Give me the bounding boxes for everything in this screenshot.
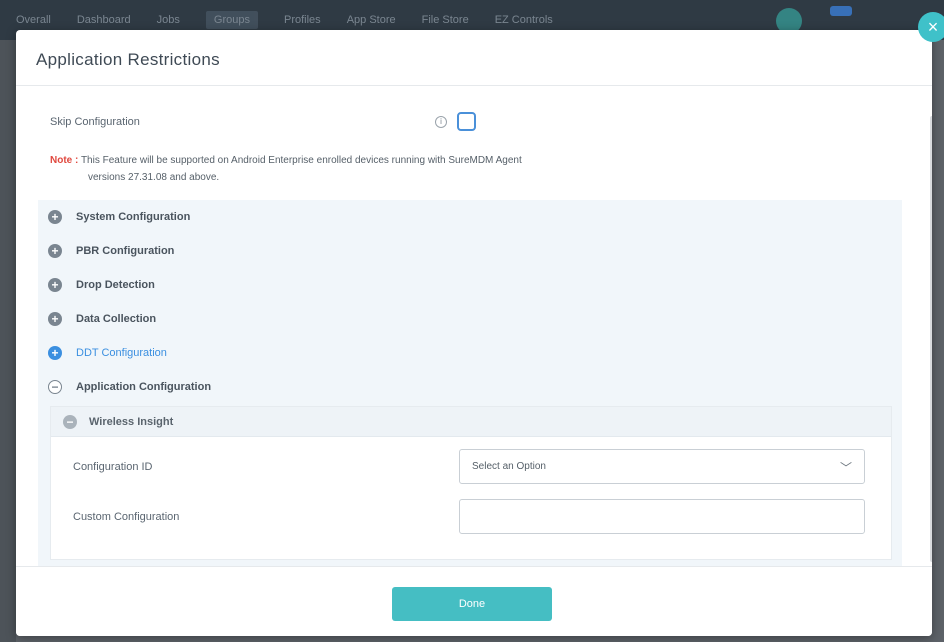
nav-item-groups[interactable]: Groups xyxy=(205,11,258,29)
configuration-id-label: Configuration ID xyxy=(73,461,153,473)
chevron-down-icon: ﹀ xyxy=(839,461,852,475)
modal-body: Skip Configuration i Note : This Feature… xyxy=(16,86,932,566)
expand-icon: + xyxy=(48,346,62,360)
application-restrictions-modal: Application Restrictions Skip Configurat… xyxy=(16,30,932,636)
new-badge xyxy=(830,6,852,16)
modal-header: Application Restrictions xyxy=(16,30,932,86)
expand-icon: + xyxy=(48,312,62,326)
section-label: DDT Configuration xyxy=(76,347,167,359)
section-label: System Configuration xyxy=(76,211,191,223)
done-button[interactable]: Done xyxy=(392,587,552,621)
custom-configuration-input[interactable] xyxy=(459,499,865,534)
section-application-configuration[interactable]: − Application Configuration xyxy=(38,370,902,404)
section-label: Application Configuration xyxy=(76,381,212,393)
expand-icon: + xyxy=(48,278,62,292)
custom-configuration-label: Custom Configuration xyxy=(73,511,180,523)
background-sidebar xyxy=(0,40,16,642)
section-drop-detection[interactable]: + Drop Detection xyxy=(38,268,902,302)
wireless-insight-panel: − Wireless Insight Configuration ID Sele… xyxy=(50,406,892,560)
nav-item-overall[interactable]: Overall xyxy=(16,14,51,26)
nav-item-jobs[interactable]: Jobs xyxy=(157,14,180,26)
configuration-id-select[interactable]: Select an Option ﹀ xyxy=(459,449,865,484)
section-label: Drop Detection xyxy=(76,279,155,291)
nav-item-file-store[interactable]: File Store xyxy=(422,14,469,26)
note-line-2: versions 27.31.08 and above. xyxy=(88,172,220,183)
modal-title: Application Restrictions xyxy=(36,50,220,69)
nav-item-profiles[interactable]: Profiles xyxy=(284,14,321,26)
note-text: Note : This Feature will be supported on… xyxy=(50,152,860,186)
skip-configuration-label: Skip Configuration xyxy=(50,116,140,128)
note-line-1: This Feature will be supported on Androi… xyxy=(80,155,522,166)
scrollbar[interactable] xyxy=(930,116,932,562)
custom-configuration-row: Custom Configuration xyxy=(73,499,893,535)
skip-configuration-row: Skip Configuration i xyxy=(50,112,920,136)
wireless-insight-header[interactable]: − Wireless Insight xyxy=(51,407,891,437)
configuration-id-value: Select an Option xyxy=(472,461,546,472)
info-icon[interactable]: i xyxy=(435,116,447,128)
configuration-id-row: Configuration ID Select an Option ﹀ xyxy=(73,449,893,485)
section-label: PBR Configuration xyxy=(76,245,175,257)
nav-item-dashboard[interactable]: Dashboard xyxy=(77,14,131,26)
skip-configuration-checkbox[interactable] xyxy=(457,112,476,131)
nav-item-app-store[interactable]: App Store xyxy=(347,14,396,26)
section-label: Data Collection xyxy=(76,313,157,325)
collapse-icon: − xyxy=(63,414,77,429)
close-icon[interactable]: × xyxy=(918,12,944,42)
note-label: Note : xyxy=(50,155,79,166)
modal-footer: Done xyxy=(16,566,932,636)
collapse-icon: − xyxy=(48,380,62,394)
expand-icon: + xyxy=(48,210,62,224)
section-system-configuration[interactable]: + System Configuration xyxy=(38,200,902,234)
expand-icon: + xyxy=(48,244,62,258)
wireless-insight-title: Wireless Insight xyxy=(89,415,174,428)
nav-item-ez-controls[interactable]: EZ Controls xyxy=(495,14,553,26)
section-ddt-configuration[interactable]: + DDT Configuration xyxy=(38,336,902,370)
configuration-sections: + System Configuration + PBR Configurati… xyxy=(38,200,902,566)
section-pbr-configuration[interactable]: + PBR Configuration xyxy=(38,234,902,268)
section-data-collection[interactable]: + Data Collection xyxy=(38,302,902,336)
